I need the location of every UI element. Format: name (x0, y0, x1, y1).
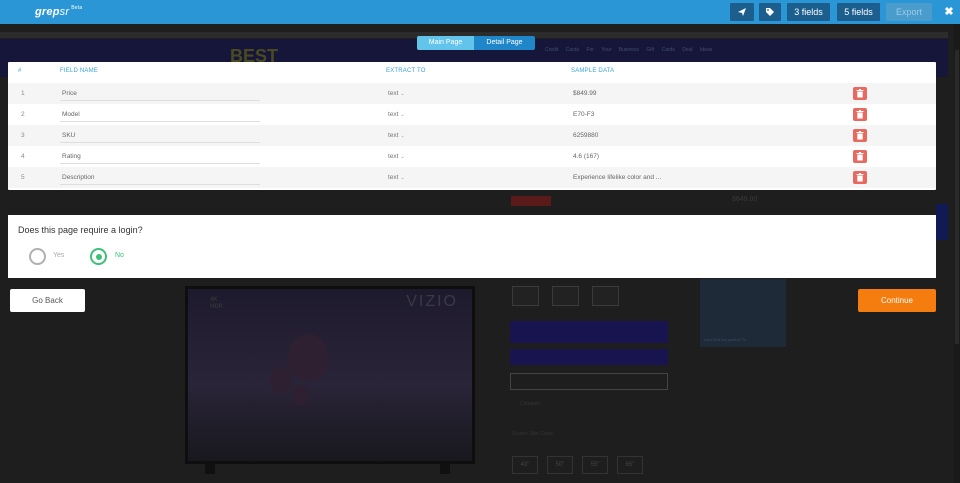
delete-row-button[interactable] (853, 171, 867, 184)
radio-yes[interactable] (29, 248, 46, 265)
delete-row-button[interactable] (853, 150, 867, 163)
radio-yes-label[interactable]: Yes (53, 252, 64, 259)
extract-to-select[interactable]: text ⌄ (388, 146, 405, 167)
bg-tv-leg (205, 462, 215, 474)
grepsr-logo: grepsr Beta (35, 5, 83, 18)
scrollbar-thumb[interactable] (955, 50, 959, 344)
column-header-extract-to: EXTRACT TO (386, 68, 426, 74)
bg-nav-links: Credit Cards For Your Business Gift Card… (545, 47, 713, 53)
table-row: 5 Description text ⌄ Experience lifelike … (8, 167, 936, 188)
sample-data: E70-F3 (573, 111, 595, 118)
table-row: 1 Price text ⌄ $849.99 (8, 83, 936, 104)
sample-data: 6259880 (573, 132, 599, 139)
paper-plane-icon (738, 8, 746, 16)
delete-row-button[interactable] (853, 108, 867, 121)
fields-table: # FIELD NAME EXTRACT TO SAMPLE DATA 1 Pr… (8, 62, 936, 190)
chevron-down-icon: ⌄ (400, 175, 405, 181)
table-row: 2 Model text ⌄ E70-F3 (8, 104, 936, 125)
bg-tv-image: 4K HDR VIZIO (185, 286, 475, 464)
bg-size-option: 65" (617, 456, 643, 474)
column-header-num: # (18, 68, 22, 74)
chevron-down-icon: ⌄ (400, 154, 405, 160)
row-number: 4 (21, 153, 25, 160)
bg-save-later (510, 373, 668, 390)
sample-data: 4.6 (167) (573, 153, 600, 160)
column-header-field-name: FIELD NAME (60, 68, 99, 74)
field-name-input[interactable]: Description (60, 167, 260, 188)
bg-screen-size-label: Screen Size Class (512, 431, 553, 437)
bg-option (552, 286, 579, 306)
chevron-down-icon: ⌄ (400, 91, 405, 97)
delete-row-button[interactable] (853, 129, 867, 142)
chevron-down-icon: ⌄ (400, 133, 405, 139)
bg-size-option: 43" (512, 456, 538, 474)
bg-compare: Compare (520, 401, 541, 407)
export-button[interactable]: Export (886, 3, 932, 21)
continue-button[interactable]: Continue (858, 289, 936, 312)
extract-to-select[interactable]: text ⌄ (388, 83, 405, 104)
extract-to-select[interactable]: text ⌄ (388, 104, 405, 125)
chevron-down-icon: ⌄ (400, 112, 405, 118)
table-row: 4 Rating text ⌄ 4.6 (167) (8, 146, 936, 167)
login-question-card: Does this page require a login? Yes No (8, 215, 936, 278)
bg-find-store (510, 321, 668, 343)
trash-icon (856, 173, 864, 182)
bg-tv-leg (440, 462, 450, 474)
bg-build-bundle (510, 349, 668, 365)
field-name-input[interactable]: SKU (60, 125, 260, 146)
extract-to-select[interactable]: text ⌄ (388, 125, 405, 146)
top-toolbar: grepsr Beta 3 fields 5 fields Export ✖ (0, 0, 960, 24)
field-name-input[interactable]: Model (60, 104, 260, 125)
bg-size-option: 55" (582, 456, 608, 474)
bg-other-price: $649.00 (732, 196, 758, 203)
row-number: 5 (21, 174, 25, 181)
sample-data: $849.99 (573, 90, 597, 97)
row-number: 2 (21, 111, 25, 118)
row-number: 3 (21, 132, 25, 139)
field-name-input[interactable]: Rating (60, 146, 260, 167)
bg-sale-badge (511, 196, 551, 206)
column-header-sample-data: SAMPLE DATA (571, 68, 615, 74)
fields-total-button[interactable]: 5 fields (837, 3, 880, 21)
bg-side-tab (936, 204, 948, 240)
radio-no[interactable] (90, 248, 107, 265)
login-question: Does this page require a login? (18, 225, 143, 235)
sample-data: Experience lifelike color and ... (573, 174, 662, 181)
bg-option (592, 286, 619, 306)
delete-row-button[interactable] (853, 87, 867, 100)
bg-size-option: 50" (547, 456, 573, 474)
field-name-input[interactable]: Price (60, 83, 260, 104)
send-button[interactable] (730, 3, 754, 21)
page-toggle: Main Page Detail Page (417, 36, 535, 50)
tab-detail-page[interactable]: Detail Page (474, 36, 535, 50)
trash-icon (856, 152, 864, 161)
tag-icon (766, 8, 774, 16)
radio-no-label[interactable]: No (115, 252, 124, 259)
fields-count-button[interactable]: 3 fields (787, 3, 830, 21)
table-row: 3 SKU text ⌄ 6259880 (8, 125, 936, 146)
tag-button[interactable] (759, 3, 781, 21)
tab-main-page[interactable]: Main Page (417, 36, 474, 50)
bg-video-thumb: Let's find the perfect TV (700, 279, 786, 347)
trash-icon (856, 89, 864, 98)
extract-to-select[interactable]: text ⌄ (388, 167, 405, 188)
bg-tv-brand: VIZIO (406, 293, 458, 310)
bg-option (512, 286, 539, 306)
go-back-button[interactable]: Go Back (10, 289, 85, 312)
bg-tv-badge: 4K HDR (210, 297, 223, 310)
row-number: 1 (21, 90, 25, 97)
trash-icon (856, 110, 864, 119)
trash-icon (856, 131, 864, 140)
close-icon[interactable]: ✖ (941, 3, 957, 21)
